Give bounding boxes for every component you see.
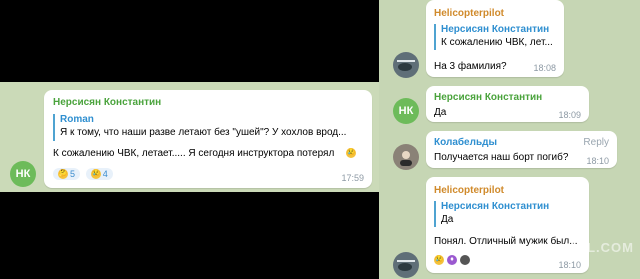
quote-text: К сожалению ЧВК, лет... [441, 37, 553, 48]
quote-text: Я к тому, что наши разве летают без "уше… [60, 127, 347, 138]
message-text: Получается наш борт погиб? [434, 152, 569, 163]
right-screenshot-panel: Helicopterpilot Нерсисян Константин К со… [379, 0, 640, 279]
user-photo-avatar[interactable] [393, 144, 419, 170]
message-time: 18:10 [586, 156, 609, 166]
reply-quote[interactable]: Нерсисян Константин К сожалению ЧВК, лет… [434, 24, 565, 50]
reaction-crying[interactable]: 😢 4 [85, 168, 113, 180]
message-time: 18:08 [533, 63, 556, 73]
message-bubble[interactable]: Колабельды Reply Получается наш борт пог… [426, 131, 617, 168]
message-bubble[interactable]: Helicopterpilot Нерсисян Константин К со… [426, 0, 564, 77]
crying-emoji-icon: 😢 [90, 169, 101, 179]
message-bubble[interactable]: Нерсисян Константин Roman Я к тому, что … [44, 90, 372, 188]
sender-name[interactable]: Нерсисян Константин [53, 97, 161, 108]
reaction-thinking[interactable]: 🤔 5 [53, 168, 81, 180]
crying-emoji-icon[interactable]: 😢 [434, 255, 444, 265]
reaction-count: 5 [70, 169, 76, 179]
left-screenshot-panel: НК Нерсисян Константин Roman Я к тому, ч… [0, 0, 379, 279]
sender-name[interactable]: Колабельды [434, 137, 497, 148]
message-text: Да [434, 107, 447, 118]
helicopter-avatar-icon[interactable] [393, 252, 419, 278]
reactions-row: 🤔 5 😢 4 [53, 167, 116, 180]
avatar[interactable]: НК [10, 161, 36, 187]
quote-author: Roman [60, 114, 94, 125]
message-text: На 3 фамилия? [434, 61, 507, 72]
reaction-count: 4 [102, 169, 108, 179]
watermark: YAPLAKAL.COM [518, 240, 634, 255]
reactions-row: 😢 ♦ [434, 255, 470, 265]
message-time: 18:10 [558, 260, 581, 270]
crying-emoji-icon: 😢 [346, 148, 356, 158]
sender-name[interactable]: Helicopterpilot [434, 185, 504, 196]
message-time: 18:09 [558, 110, 581, 120]
avatar-initials: НК [398, 105, 414, 117]
reply-button[interactable]: Reply [583, 137, 609, 148]
sender-name[interactable]: Helicopterpilot [434, 8, 504, 19]
thinking-emoji-icon: 🤔 [58, 169, 68, 179]
quote-text: Да [441, 214, 454, 225]
helicopter-avatar-icon[interactable] [393, 52, 419, 78]
user-avatar-icon[interactable] [460, 255, 470, 265]
avatar-initials: НК [15, 168, 31, 180]
reply-quote[interactable]: Нерсисян Константин Да [434, 201, 589, 227]
message-bubble[interactable]: Helicopterpilot Нерсисян Константин Да П… [426, 177, 589, 273]
purple-emoji-icon[interactable]: ♦ [447, 255, 457, 265]
reply-quote[interactable]: Roman Я к тому, что наши разве летают бе… [53, 114, 365, 141]
message-bubble[interactable]: Нерсисян Константин Да 18:09 [426, 86, 589, 122]
sender-name[interactable]: Нерсисян Константин [434, 92, 542, 103]
left-chat-area: НК Нерсисян Константин Roman Я к тому, ч… [0, 82, 379, 192]
message-text: К сожалению ЧВК, летает..... Я сегодня и… [53, 148, 335, 159]
quote-author: Нерсисян Константин [441, 201, 550, 212]
avatar[interactable]: НК [393, 98, 419, 124]
quote-author: Нерсисян Константин [441, 24, 550, 35]
message-time: 17:59 [341, 173, 364, 183]
